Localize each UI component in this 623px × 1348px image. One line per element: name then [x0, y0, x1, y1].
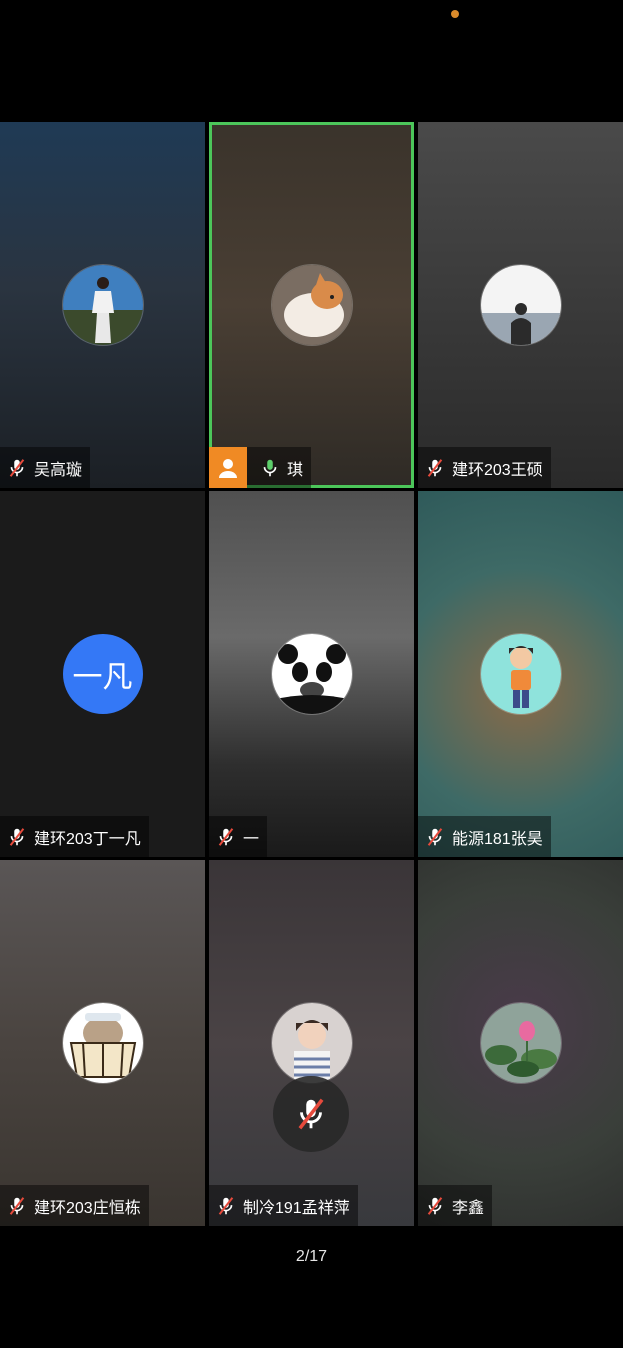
participant-tile[interactable]: 制冷191孟祥萍 [209, 860, 414, 1226]
participant-avatar [480, 1003, 561, 1083]
toggle-mute-button[interactable] [273, 1076, 349, 1152]
participant-tile[interactable]: 李鑫 [418, 860, 623, 1226]
mic-muted-icon [418, 1185, 452, 1226]
notification-dot [451, 10, 459, 18]
mic-muted-icon [0, 816, 34, 857]
participant-avatar [271, 1003, 352, 1083]
participant-name: 建环203庄恒栋 [34, 1199, 141, 1217]
participant-tile[interactable]: 吴高璇 [0, 122, 205, 488]
mic-muted-icon [418, 447, 452, 488]
participant-avatar [62, 265, 143, 345]
participant-name-tag: 吴高璇 [0, 447, 91, 488]
participant-name: 李鑫 [452, 1199, 485, 1217]
participant-name-tag: 琪 [209, 447, 312, 488]
participant-tile[interactable]: 建环203庄恒栋 [0, 860, 205, 1226]
mic-muted-icon [209, 1185, 243, 1226]
participant-name-tag: 李鑫 [418, 1185, 493, 1226]
host-badge-icon [209, 447, 247, 488]
participant-tile[interactable]: 能源181张昊 [418, 491, 623, 857]
participant-avatar [271, 265, 352, 345]
participant-name-tag: 建环203王硕 [418, 447, 551, 488]
participant-avatar [62, 1003, 143, 1083]
participant-name-tag: 建环203庄恒栋 [0, 1185, 149, 1226]
participant-name: 一 [243, 830, 260, 848]
participant-name: 制冷191孟祥萍 [243, 1199, 350, 1217]
mic-muted-icon [292, 1095, 330, 1133]
participant-tile[interactable]: 一 [209, 491, 414, 857]
participant-tile-active-speaker[interactable]: 琪 [209, 122, 414, 488]
participant-name-tag: 一 [209, 816, 268, 857]
mic-muted-icon [0, 1185, 34, 1226]
participant-grid: 吴高璇 琪 建环203王硕 一凡 建环203丁一凡 一 能源181张昊 建环20… [0, 122, 623, 1226]
participant-name: 建环203丁一凡 [34, 830, 141, 848]
participant-name: 能源181张昊 [452, 830, 543, 848]
mic-muted-icon [209, 816, 243, 857]
participant-avatar [480, 634, 561, 714]
page-indicator: 2/17 [295, 1248, 328, 1265]
participant-tile[interactable]: 一凡 建环203丁一凡 [0, 491, 205, 857]
participant-avatar [271, 634, 352, 714]
participant-name-tag: 能源181张昊 [418, 816, 551, 857]
mic-on-icon [253, 447, 287, 488]
participant-avatar [480, 265, 561, 345]
participant-tile[interactable]: 建环203王硕 [418, 122, 623, 488]
mic-muted-icon [0, 447, 34, 488]
participant-name: 建环203王硕 [452, 461, 543, 479]
participant-name: 吴高璇 [34, 461, 83, 479]
mic-muted-icon [418, 816, 452, 857]
participant-name: 琪 [287, 461, 304, 479]
participant-avatar-initials: 一凡 [62, 634, 143, 714]
participant-name-tag: 制冷191孟祥萍 [209, 1185, 358, 1226]
participant-name-tag: 建环203丁一凡 [0, 816, 149, 857]
